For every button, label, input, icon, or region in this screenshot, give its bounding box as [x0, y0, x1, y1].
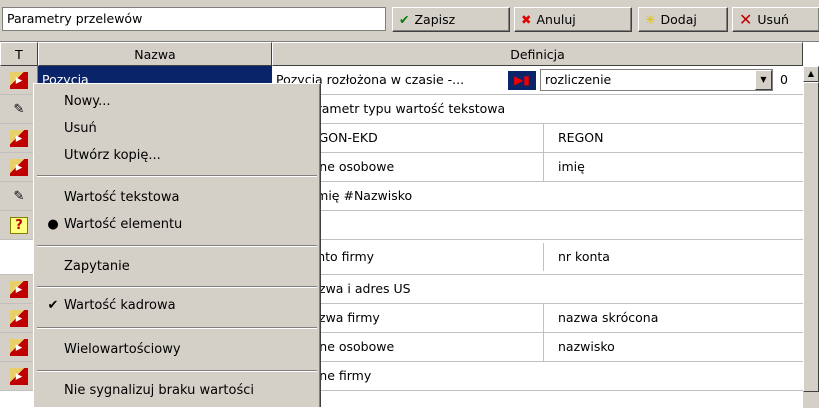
menu-item-query[interactable]: Zapytanie: [36, 253, 318, 281]
menu-item-element-value[interactable]: ● Wartość elementu: [36, 211, 318, 239]
menu-item-no-signal[interactable]: Nie sygnalizuj braku wartości: [36, 377, 318, 405]
delete-label: Usuń: [757, 12, 789, 27]
scroll-up-icon[interactable]: ▲: [803, 66, 819, 82]
header-definition[interactable]: Definicja: [272, 42, 803, 66]
menu-item-copy[interactable]: Utwórz kopię...: [36, 142, 318, 170]
definition-cell[interactable]: Dane osobowe: [300, 333, 540, 361]
chevron-down-icon[interactable]: ▼: [755, 70, 772, 90]
definition-combo[interactable]: rozliczenie ▼: [540, 69, 773, 91]
definition-cell-2[interactable]: nazwa skrócona: [543, 304, 803, 332]
red-doc-icon: ▸: [10, 339, 28, 356]
definition-cell-2[interactable]: REGON: [543, 124, 803, 152]
definition-cell[interactable]: Dane firmy: [300, 362, 803, 390]
radio-dot-icon: ●: [47, 217, 59, 232]
title-field[interactable]: Parametry przelewów: [2, 7, 386, 31]
question-icon: ?: [10, 217, 28, 234]
definition-cell[interactable]: #Imię #Nazwisko: [300, 182, 803, 210]
definition-cell[interactable]: Nazwa i adres US: [300, 275, 803, 303]
header-t[interactable]: T: [0, 42, 38, 66]
check-icon: ✔: [399, 12, 410, 27]
toolbar: Parametry przelewów ✔ Zapisz ✖ Anuluj ✳ …: [0, 0, 819, 38]
check-icon: ✔: [47, 298, 59, 313]
menu-separator: [37, 370, 317, 372]
red-doc-icon: ▸: [10, 368, 28, 385]
definition-cell-2[interactable]: nazwisko: [543, 333, 803, 361]
red-doc-icon: ▸: [10, 72, 28, 89]
definition-cell[interactable]: REGON-EKD: [300, 124, 540, 152]
definition-cell-2[interactable]: imię: [543, 153, 803, 181]
menu-item-delete[interactable]: Usuń: [36, 115, 318, 143]
menu-item-text-value[interactable]: Wartość tekstowa: [36, 184, 318, 212]
definition-cell[interactable]: Nazwa firmy: [300, 304, 540, 332]
red-doc-icon: ▸: [10, 130, 28, 147]
add-label: Dodaj: [660, 12, 697, 27]
save-button[interactable]: ✔ Zapisz: [392, 7, 510, 32]
menu-separator: [37, 286, 317, 288]
menu-item-new[interactable]: Nowy...: [36, 88, 318, 116]
cancel-label: Anuluj: [536, 12, 576, 27]
sparkle-icon: ✳: [645, 12, 656, 27]
header-name[interactable]: Nazwa: [38, 42, 272, 66]
scroll-thumb[interactable]: [803, 82, 819, 392]
row-number: 0: [780, 72, 788, 87]
combo-value: rozliczenie: [545, 72, 612, 87]
scroll-icon: ✎: [13, 102, 25, 117]
definition-cell[interactable]: Konto firmy: [300, 243, 540, 271]
definition-cell[interactable]: [300, 211, 803, 239]
add-button[interactable]: ✳ Dodaj: [638, 7, 728, 32]
scroll-icon: ✎: [13, 189, 25, 204]
menu-separator: [37, 245, 317, 247]
red-doc-icon: ▸: [10, 310, 28, 327]
red-doc-icon: ▸: [10, 159, 28, 176]
delete-button[interactable]: ✕ Usuń: [732, 7, 819, 32]
vertical-scrollbar[interactable]: ▲: [803, 66, 819, 408]
context-menu: Nowy... Usuń Utwórz kopię... Wartość tek…: [33, 83, 321, 407]
definition-cell-2[interactable]: nr konta: [543, 243, 803, 271]
red-doc-icon: ▸: [10, 281, 28, 298]
menu-item-hr-value[interactable]: ✔ Wartość kadrowa: [36, 292, 318, 320]
menu-separator: [37, 175, 317, 177]
cancel-button[interactable]: ✖ Anuluj: [514, 7, 632, 32]
menu-item-multi-value[interactable]: Wielowartościowy: [36, 336, 318, 364]
definition-cell[interactable]: Parametr typu wartość tekstowa: [300, 95, 803, 123]
menu-separator: [37, 327, 317, 329]
big-x-icon: ✕: [739, 10, 753, 29]
link-icon[interactable]: ▶▮: [508, 71, 536, 90]
save-label: Zapisz: [414, 12, 456, 27]
definition-cell[interactable]: Dane osobowe: [300, 153, 540, 181]
x-icon: ✖: [521, 12, 532, 27]
